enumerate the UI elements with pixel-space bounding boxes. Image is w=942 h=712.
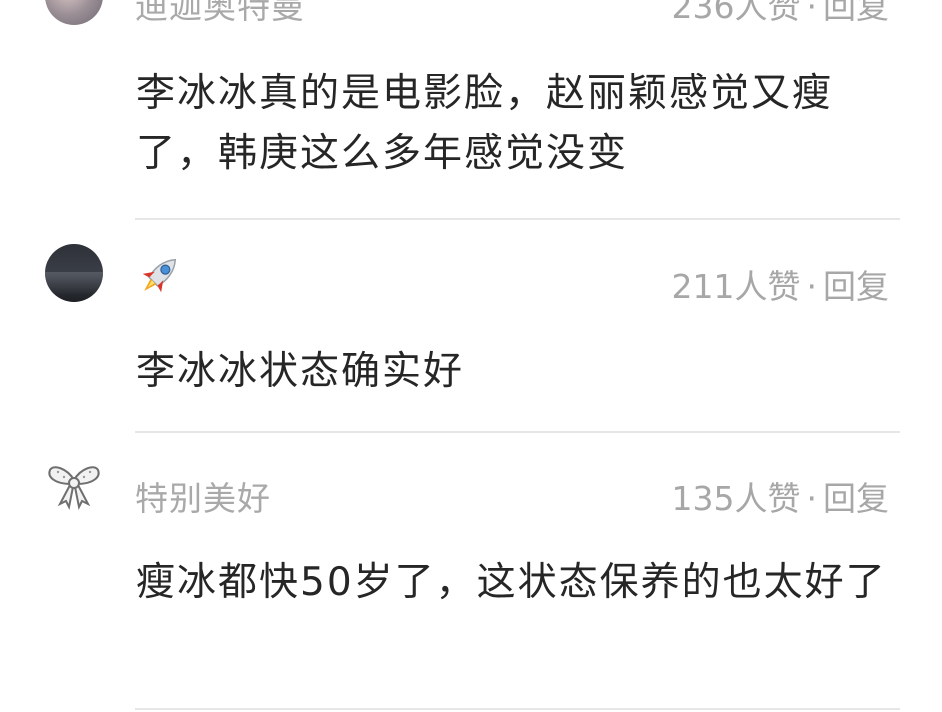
comment-text: 瘦冰都快50岁了，这状态保养的也太好了 (136, 560, 887, 605)
bow-icon (48, 466, 100, 511)
avatar[interactable] (45, 0, 103, 25)
meta-separator: · (806, 0, 818, 26)
rocket-emoji-icon[interactable] (133, 250, 185, 306)
reply-button[interactable]: 回复 (823, 267, 889, 306)
comment-text: 李冰冰真的是电影脸，赵丽颖感觉又瘦了，韩庚这么多年感觉没变 (136, 71, 834, 176)
comment-text: 李冰冰状态确实好 (136, 349, 465, 394)
reply-button[interactable]: 回复 (823, 479, 889, 518)
divider (135, 708, 900, 710)
reply-button[interactable]: 回复 (823, 0, 889, 26)
comment-meta: 211人赞 · 回复 (672, 260, 890, 308)
comment-item: 211人赞 · 回复 李冰冰状态确实好 (0, 220, 942, 432)
meta-separator: · (806, 479, 818, 518)
comment-meta: 236人赞 · 回复 (672, 0, 890, 28)
comment-item: 迪迦奥特曼 236人赞 · 回复 李冰冰真的是电影脸，赵丽颖感觉又瘦了，韩庚这么多年… (0, 0, 942, 220)
comment-meta: 135人赞 · 回复 (672, 472, 890, 520)
like-count[interactable]: 211人赞 (672, 267, 801, 306)
like-count[interactable]: 236人赞 (672, 0, 801, 26)
username[interactable]: 特别美好 (135, 472, 271, 520)
comment-item: 特别美好 135人赞 · 回复 瘦冰都快50岁了，这状态保养的也太好了 (0, 432, 942, 712)
username[interactable]: 迪迦奥特曼 (135, 0, 305, 28)
like-count[interactable]: 135人赞 (672, 479, 801, 518)
avatar[interactable] (45, 460, 103, 518)
meta-separator: · (806, 267, 818, 306)
avatar[interactable] (45, 244, 103, 302)
